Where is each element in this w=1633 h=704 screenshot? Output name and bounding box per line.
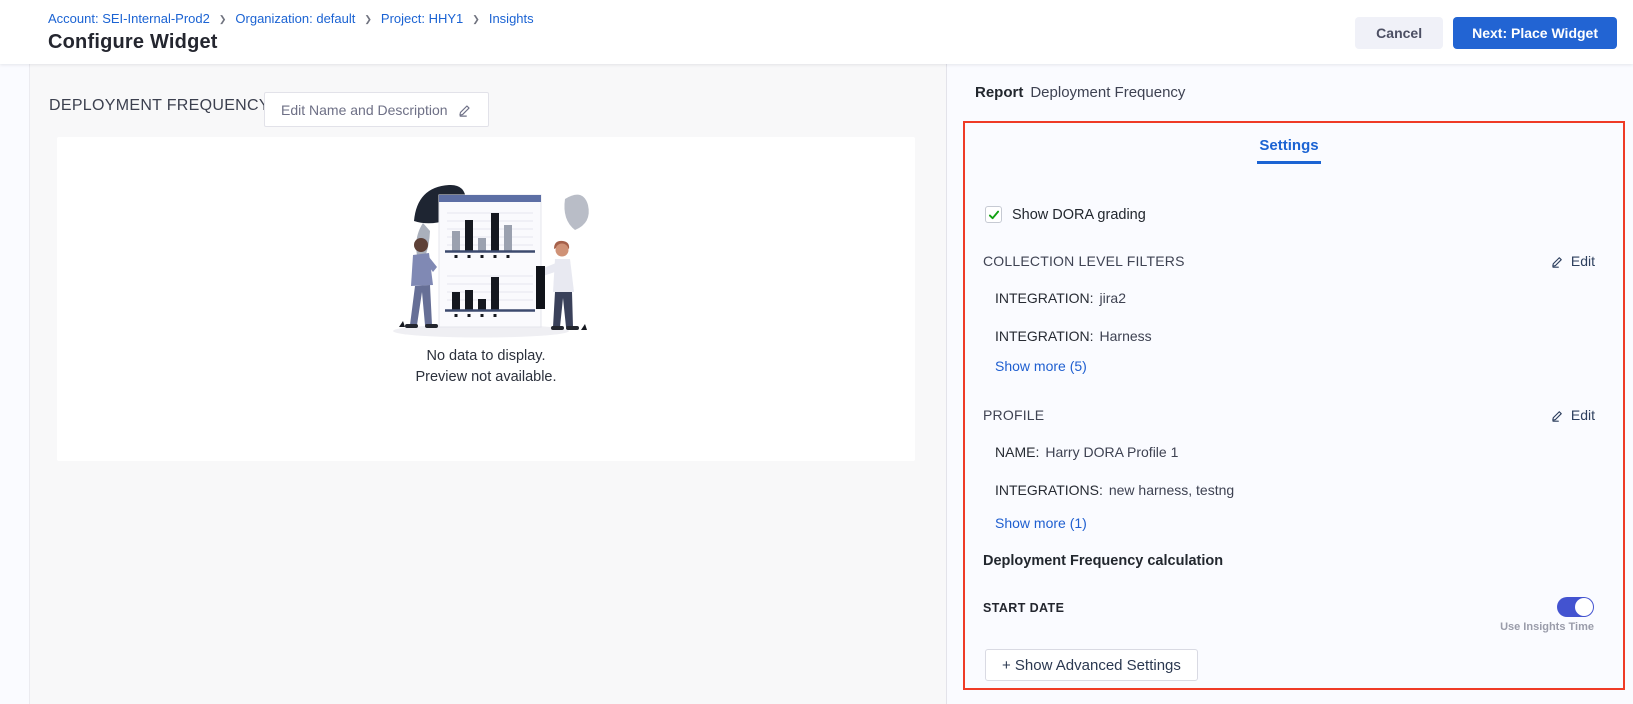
page-header: Account: SEI-Internal-Prod2 ❯ Organizati… xyxy=(0,0,1633,64)
use-insights-time-label: Use Insights Time xyxy=(1500,621,1594,633)
profile-row: NAME: Harry DORA Profile 1 xyxy=(995,444,1595,460)
cancel-button[interactable]: Cancel xyxy=(1355,17,1443,49)
report-heading: Report Deployment Frequency xyxy=(975,84,1185,101)
report-settings-region: Report Deployment Frequency Settings Sho… xyxy=(948,64,1633,704)
next-place-widget-button[interactable]: Next: Place Widget xyxy=(1453,17,1617,49)
checkmark-icon xyxy=(988,209,1000,221)
profile-header: PROFILE Edit xyxy=(983,407,1595,423)
pencil-icon xyxy=(1551,409,1564,422)
breadcrumb: Account: SEI-Internal-Prod2 ❯ Organizati… xyxy=(48,11,534,26)
widget-name-label: DEPLOYMENT FREQUENCY xyxy=(49,97,270,115)
header-actions: Cancel Next: Place Widget xyxy=(1355,17,1617,49)
settings-tabs: Settings xyxy=(983,137,1595,164)
profile-field-label: INTEGRATIONS: xyxy=(995,482,1103,498)
show-dora-grading-label: Show DORA grading xyxy=(1012,207,1146,223)
show-dora-grading-checkbox[interactable] xyxy=(985,206,1002,223)
pencil-icon xyxy=(1551,255,1564,268)
collection-filter-row: INTEGRATION: Harness xyxy=(995,328,1595,344)
calculation-section-title: Deployment Frequency calculation xyxy=(983,553,1595,569)
widget-preview-card: No data to display. Preview not availabl… xyxy=(57,137,915,461)
show-dora-grading-row: Show DORA grading xyxy=(985,206,1595,223)
show-advanced-settings-button[interactable]: + Show Advanced Settings xyxy=(985,649,1198,681)
profile-show-more-link[interactable]: Show more (1) xyxy=(995,515,1595,531)
collection-filters-edit-button[interactable]: Edit xyxy=(1551,253,1595,269)
profile-edit-button[interactable]: Edit xyxy=(1551,407,1595,423)
profile-field-label: NAME: xyxy=(995,444,1039,460)
collection-filters-title: COLLECTION LEVEL FILTERS xyxy=(983,253,1185,269)
empty-state-line1: No data to display. xyxy=(57,346,915,367)
edit-name-description-label: Edit Name and Description xyxy=(281,102,448,118)
breadcrumb-account[interactable]: Account: SEI-Internal-Prod2 xyxy=(48,11,210,26)
start-date-row: START DATE Use Insights Time xyxy=(983,597,1595,633)
report-label: Report xyxy=(975,84,1023,101)
profile-title: PROFILE xyxy=(983,407,1044,423)
toggle-knob xyxy=(1575,598,1593,616)
collection-filter-row: INTEGRATION: jira2 xyxy=(995,290,1595,306)
filter-label: INTEGRATION: xyxy=(995,328,1094,344)
breadcrumb-project[interactable]: Project: HHY1 xyxy=(381,11,463,26)
filter-label: INTEGRATION: xyxy=(995,290,1094,306)
report-name: Deployment Frequency xyxy=(1030,84,1185,101)
breadcrumb-organization[interactable]: Organization: default xyxy=(235,11,355,26)
chevron-right-icon: ❯ xyxy=(219,13,227,25)
chevron-right-icon: ❯ xyxy=(364,13,372,25)
empty-state-line2: Preview not available. xyxy=(57,367,915,388)
profile-field-value: Harry DORA Profile 1 xyxy=(1045,444,1178,460)
start-date-label: START DATE xyxy=(983,601,1064,615)
edit-label: Edit xyxy=(1571,253,1595,269)
collection-filters-header: COLLECTION LEVEL FILTERS Edit xyxy=(983,253,1595,269)
chevron-right-icon: ❯ xyxy=(472,13,480,25)
breadcrumb-insights[interactable]: Insights xyxy=(489,11,534,26)
collection-filters-show-more-link[interactable]: Show more (5) xyxy=(995,358,1595,374)
filter-value: Harness xyxy=(1100,328,1152,344)
edit-name-description-button[interactable]: Edit Name and Description xyxy=(264,92,489,127)
widget-preview-panel: DEPLOYMENT FREQUENCY Edit Name and Descr… xyxy=(29,64,947,704)
pencil-icon xyxy=(458,103,472,117)
profile-field-value: new harness, testng xyxy=(1109,482,1234,498)
empty-state-illustration xyxy=(369,179,604,341)
page-title: Configure Widget xyxy=(48,31,218,54)
use-insights-time-toggle[interactable] xyxy=(1557,597,1594,617)
tab-settings[interactable]: Settings xyxy=(1257,137,1320,164)
settings-config-panel: Settings Show DORA grading COLLECTION LE… xyxy=(963,121,1625,690)
insights-time-toggle-group: Use Insights Time xyxy=(1500,597,1594,633)
edit-label: Edit xyxy=(1571,407,1595,423)
filter-value: jira2 xyxy=(1100,290,1126,306)
profile-row: INTEGRATIONS: new harness, testng xyxy=(995,482,1595,498)
